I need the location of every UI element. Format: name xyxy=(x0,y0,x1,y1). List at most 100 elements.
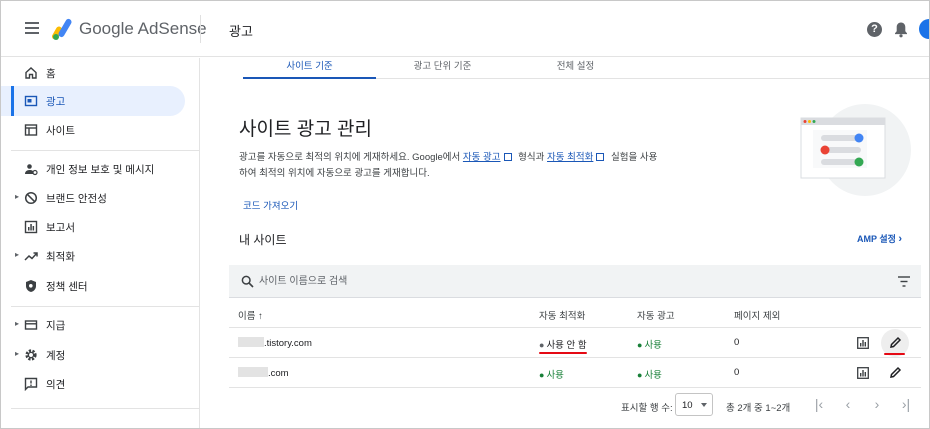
column-auto-ads-header: 자동 광고 xyxy=(637,311,675,322)
status-text: 사용 xyxy=(546,370,564,381)
sidebar-item-optimization[interactable]: ▸ 최적화 xyxy=(1,241,185,271)
site-domain: .com xyxy=(268,368,289,379)
sidebar-item-label: 개인 정보 보호 및 메시지 xyxy=(46,164,155,176)
sidebar-divider xyxy=(11,150,199,151)
expand-arrow-icon: ▸ xyxy=(15,349,20,358)
sidebar-item-reports[interactable]: 보고서 xyxy=(1,212,185,242)
active-indicator xyxy=(11,86,14,116)
expand-arrow-icon: ▸ xyxy=(15,250,20,259)
status-text: 사용 xyxy=(644,370,662,381)
status-text: 사용 xyxy=(644,340,662,351)
auto-optimization-link[interactable]: 자동 최적화 xyxy=(547,152,593,163)
sidebar-item-label: 광고 xyxy=(46,96,66,108)
report-chart-icon[interactable] xyxy=(857,367,869,379)
filter-icon[interactable] xyxy=(898,276,910,287)
sidebar-item-account[interactable]: ▸ 계정 xyxy=(1,340,185,370)
sidebar-divider xyxy=(11,408,199,409)
reports-icon xyxy=(24,220,38,234)
chevron-right-icon: › xyxy=(898,233,903,245)
external-link-icon xyxy=(596,153,605,161)
rows-per-page-label: 표시할 행 수: xyxy=(621,403,673,414)
payments-icon xyxy=(24,320,38,330)
sidebar-item-label: 지급 xyxy=(46,320,66,332)
auto-ads-status: ● 사용 xyxy=(637,337,662,351)
policy-icon xyxy=(26,280,36,292)
status-dot-icon: ● xyxy=(637,340,643,350)
previous-page-icon[interactable]: ‹ xyxy=(839,395,857,413)
sidebar-item-feedback[interactable]: 의견 xyxy=(1,369,185,399)
amp-settings-link[interactable]: AMP 설정 › xyxy=(857,232,902,245)
my-sites-heading: 내 사이트 xyxy=(239,233,287,247)
privacy-icon xyxy=(25,164,38,176)
brand-name: Google AdSense xyxy=(79,19,207,38)
redacted-text xyxy=(238,337,264,347)
search-icon xyxy=(241,275,254,288)
excluded-pages-count: 0 xyxy=(734,367,740,378)
tab-by-site[interactable]: 사이트 기준 xyxy=(243,58,376,79)
page-title: 광고 xyxy=(229,24,253,39)
sidebar-item-sites[interactable]: 사이트 xyxy=(1,115,185,145)
sidebar-item-payments[interactable]: ▸ 지급 xyxy=(1,310,185,340)
amp-settings-label: AMP 설정 xyxy=(857,234,896,244)
edit-pencil-icon[interactable] xyxy=(889,336,902,349)
sidebar-item-home[interactable]: 홈 xyxy=(1,58,185,88)
sites-icon xyxy=(24,124,38,136)
site-name: .com xyxy=(238,367,289,379)
sidebar-item-label: 사이트 xyxy=(46,125,75,137)
sidebar-item-label: 의견 xyxy=(46,379,66,391)
expand-arrow-icon: ▸ xyxy=(15,192,20,201)
sidebar-divider xyxy=(11,306,199,307)
last-page-icon[interactable]: ›| xyxy=(897,395,915,413)
trending-icon xyxy=(24,252,38,261)
home-icon xyxy=(25,67,37,79)
highlight-underline xyxy=(884,353,905,355)
section-description: 광고를 자동으로 최적의 위치에 게재하세요. Google에서 자동 광고 형… xyxy=(239,150,659,182)
feedback-icon xyxy=(24,377,38,391)
hamburger-menu-icon[interactable] xyxy=(21,19,43,41)
external-link-icon xyxy=(503,153,512,161)
auto-optimization-status: ● 사용 안 함 xyxy=(539,337,587,351)
site-domain: .tistory.com xyxy=(264,338,312,349)
site-ads-illustration xyxy=(800,104,911,196)
section-heading: 사이트 광고 관리 xyxy=(239,119,372,140)
highlight-underline xyxy=(539,352,587,354)
help-icon[interactable]: ? xyxy=(867,22,882,37)
avatar[interactable] xyxy=(919,19,929,39)
dropdown-arrow-icon xyxy=(701,403,707,407)
main-content: 사이트 기준 광고 단위 기준 전체 설정 사이트 광고 관리 광고를 자동으로… xyxy=(201,58,929,428)
sidebar-item-label: 최적화 xyxy=(46,251,75,263)
first-page-icon[interactable]: |‹ xyxy=(810,395,828,413)
bell-icon[interactable] xyxy=(893,21,909,38)
sidebar-item-brand-safety[interactable]: ▸ 브랜드 안전성 xyxy=(1,183,185,213)
edit-pencil-icon[interactable] xyxy=(889,366,902,379)
table-pagination: 표시할 행 수: 10 총 2개 중 1~2개 |‹ ‹ › ›| xyxy=(229,388,921,422)
rows-per-page-value: 10 xyxy=(682,400,693,411)
get-code-link[interactable]: 코드 가져오기 xyxy=(243,198,298,212)
sidebar-item-ads[interactable]: 광고 xyxy=(1,86,185,116)
auto-ads-link[interactable]: 자동 광고 xyxy=(463,152,501,163)
column-name-header[interactable]: 이름 ↑ xyxy=(238,308,263,322)
tab-global-settings[interactable]: 전체 설정 xyxy=(509,58,642,79)
sidebar-item-policy[interactable]: 정책 센터 xyxy=(1,271,185,301)
sidebar-item-privacy[interactable]: 개인 정보 보호 및 메시지 xyxy=(1,154,185,184)
search-input[interactable] xyxy=(259,273,859,290)
desc-text: 형식과 xyxy=(515,152,548,163)
sidebar-item-label: 정책 센터 xyxy=(46,281,88,293)
next-page-icon[interactable]: › xyxy=(868,395,886,413)
tab-bar: 사이트 기준 광고 단위 기준 전체 설정 xyxy=(243,58,929,79)
table-row[interactable]: .com ● 사용 ● 사용 0 xyxy=(229,358,921,388)
table-header: 이름 ↑ 자동 최적화 자동 광고 페이지 제외 xyxy=(229,298,921,328)
gear-icon xyxy=(25,349,37,361)
adsense-logo-icon xyxy=(52,18,72,40)
block-icon xyxy=(24,191,38,205)
status-dot-icon: ● xyxy=(637,370,643,380)
excluded-pages-count: 0 xyxy=(734,337,740,348)
table-row[interactable]: .tistory.com ● 사용 안 함 ● 사용 0 xyxy=(229,328,921,358)
rows-per-page-select[interactable]: 10 xyxy=(675,393,713,416)
site-search-bar xyxy=(229,265,921,298)
report-chart-icon[interactable] xyxy=(857,337,869,349)
column-auto-optimization-header: 자동 최적화 xyxy=(539,311,586,322)
auto-optimization-status: ● 사용 xyxy=(539,367,564,381)
site-name: .tistory.com xyxy=(238,337,312,349)
tab-by-ad-unit[interactable]: 광고 단위 기준 xyxy=(376,58,509,79)
